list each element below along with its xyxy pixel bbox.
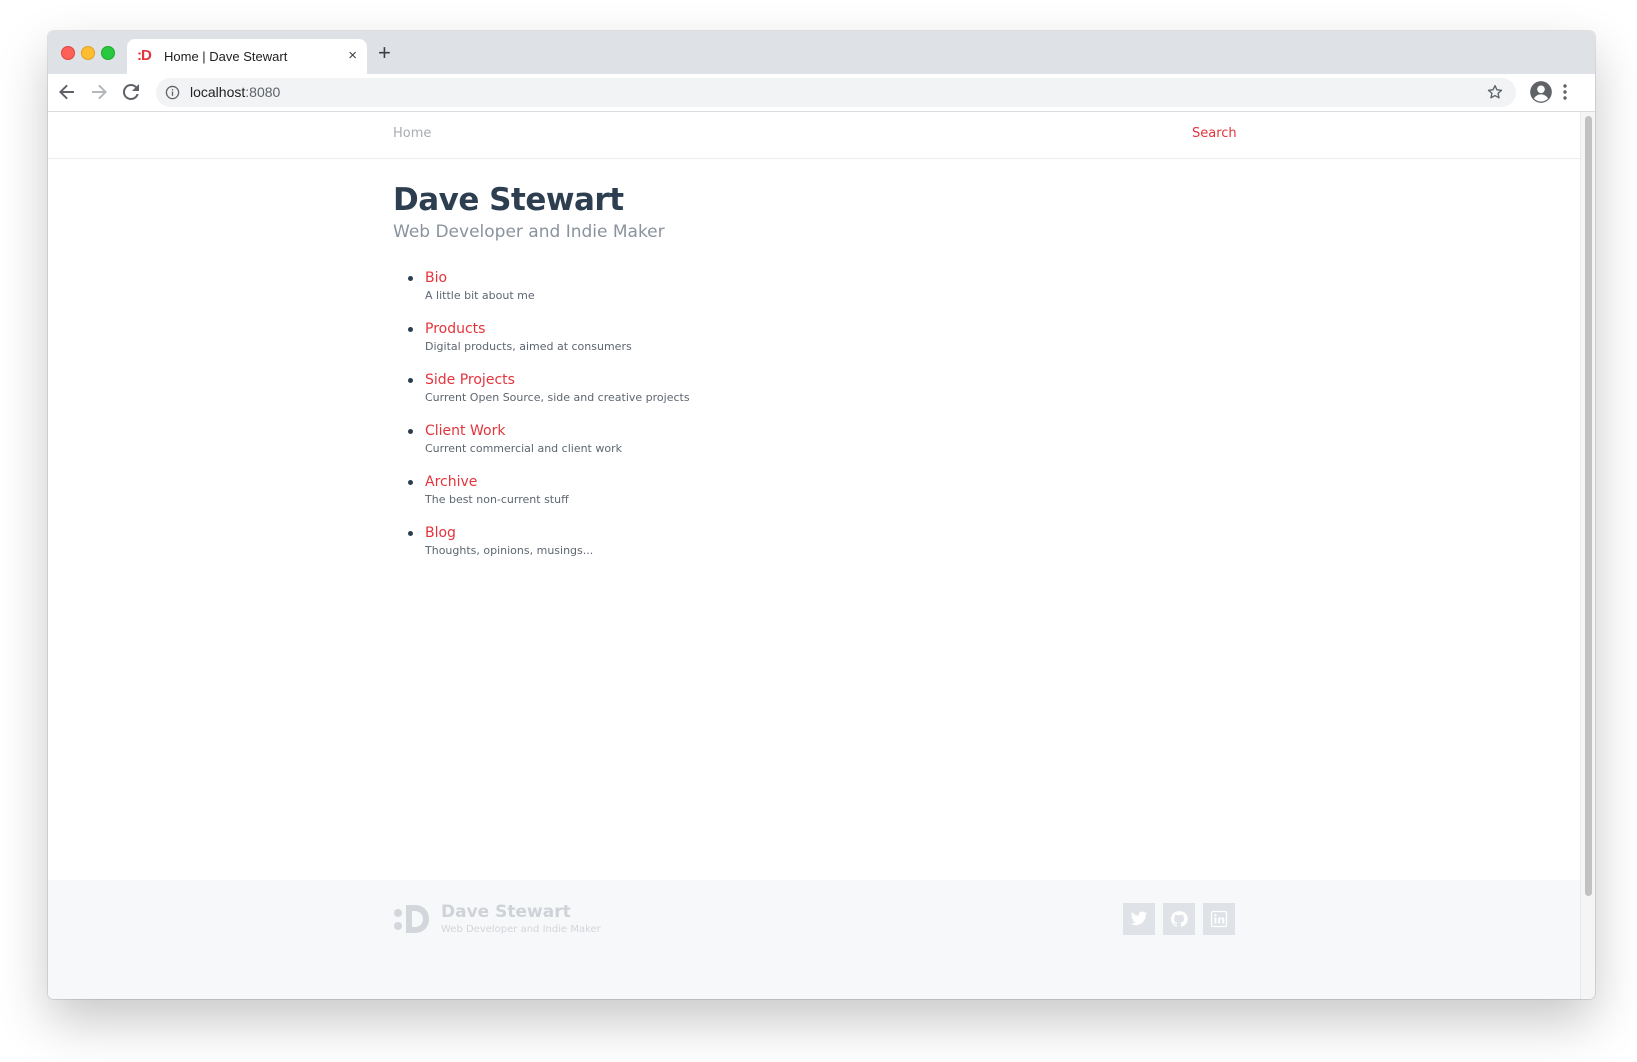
linkedin-button[interactable] <box>1203 903 1235 935</box>
item-description: Thoughts, opinions, musings... <box>425 544 594 557</box>
archive-link[interactable]: Archive <box>425 473 1243 491</box>
nav-search-link[interactable]: Search <box>1192 126 1237 141</box>
side-projects-link[interactable]: Side Projects <box>425 371 1243 389</box>
reload-button[interactable] <box>119 80 143 104</box>
list-item: Archive The best non-current stuff <box>393 473 1243 524</box>
profile-avatar-icon[interactable] <box>1528 79 1554 105</box>
list-item: Client Work Current commercial and clien… <box>393 422 1243 473</box>
scrollbar-thumb[interactable] <box>1585 116 1592 896</box>
info-icon <box>165 85 180 100</box>
bullet-icon <box>408 531 413 536</box>
list-item: Side Projects Current Open Source, side … <box>393 371 1243 422</box>
url-text: localhost:8080 <box>190 84 280 100</box>
github-button[interactable] <box>1163 903 1195 935</box>
arrow-right-icon <box>92 84 107 100</box>
reload-icon <box>122 83 139 100</box>
products-link[interactable]: Products <box>425 320 1243 338</box>
list-item: Bio A little bit about me <box>393 269 1243 320</box>
tab-strip: :D Home | Dave Stewart × + <box>48 31 1595 74</box>
blog-link[interactable]: Blog <box>425 524 1243 542</box>
site-footer: Dave Stewart Web Developer and Indie Mak… <box>48 880 1580 999</box>
list-item: Products Digital products, aimed at cons… <box>393 320 1243 371</box>
tab-close-icon[interactable]: × <box>348 47 357 64</box>
footer-tagline: Web Developer and Indie Maker <box>441 924 601 935</box>
main-content: Dave Stewart Web Developer and Indie Mak… <box>393 182 1243 575</box>
page-title: Dave Stewart <box>393 182 624 218</box>
twitter-icon <box>1130 911 1148 926</box>
close-window-button[interactable] <box>61 46 75 60</box>
bullet-icon <box>408 429 413 434</box>
new-tab-button[interactable]: + <box>378 40 391 66</box>
list-item: Blog Thoughts, opinions, musings... <box>393 524 1243 575</box>
favicon-icon: :D <box>137 47 152 64</box>
page-subtitle: Web Developer and Indie Maker <box>393 222 665 242</box>
url-host: localhost <box>190 84 246 100</box>
minimize-window-button[interactable] <box>81 46 95 60</box>
bullet-icon <box>408 378 413 383</box>
bio-link[interactable]: Bio <box>425 269 1243 287</box>
back-button[interactable] <box>55 80 79 104</box>
browser-menu-icon[interactable] <box>1562 82 1568 102</box>
url-port: :8080 <box>245 84 281 100</box>
arrow-left-icon <box>59 84 74 100</box>
page-scrollbar[interactable] <box>1580 112 1595 999</box>
item-description: Digital products, aimed at consumers <box>425 340 632 353</box>
site-header: Home Search <box>48 112 1580 159</box>
item-description: A little bit about me <box>425 289 535 302</box>
bullet-icon <box>408 327 413 332</box>
page-viewport: Home Search Dave Stewart Web Developer a… <box>48 112 1580 999</box>
browser-toolbar: localhost:8080 <box>48 74 1595 112</box>
tab-title: Home | Dave Stewart <box>164 49 288 64</box>
site-logo-icon[interactable] <box>393 903 431 935</box>
linkedin-icon <box>1210 910 1228 928</box>
item-description: Current commercial and client work <box>425 442 622 455</box>
item-description: The best non-current stuff <box>425 493 569 506</box>
bullet-icon <box>408 480 413 485</box>
nav-home-link[interactable]: Home <box>393 126 431 141</box>
client-work-link[interactable]: Client Work <box>425 422 1243 440</box>
footer-name: Dave Stewart <box>441 902 571 922</box>
tab-home[interactable]: :D Home | Dave Stewart × <box>127 39 367 74</box>
item-description: Current Open Source, side and creative p… <box>425 391 690 404</box>
address-bar[interactable]: localhost:8080 <box>156 78 1516 107</box>
section-list: Bio A little bit about me Products Digit… <box>393 269 1243 575</box>
forward-button[interactable] <box>87 80 111 104</box>
bullet-icon <box>408 276 413 281</box>
bookmark-star-icon[interactable] <box>1486 83 1504 101</box>
maximize-window-button[interactable] <box>101 46 115 60</box>
twitter-button[interactable] <box>1123 903 1155 935</box>
browser-window: :D Home | Dave Stewart × + localhost:808… <box>48 31 1595 999</box>
github-icon <box>1171 911 1188 927</box>
